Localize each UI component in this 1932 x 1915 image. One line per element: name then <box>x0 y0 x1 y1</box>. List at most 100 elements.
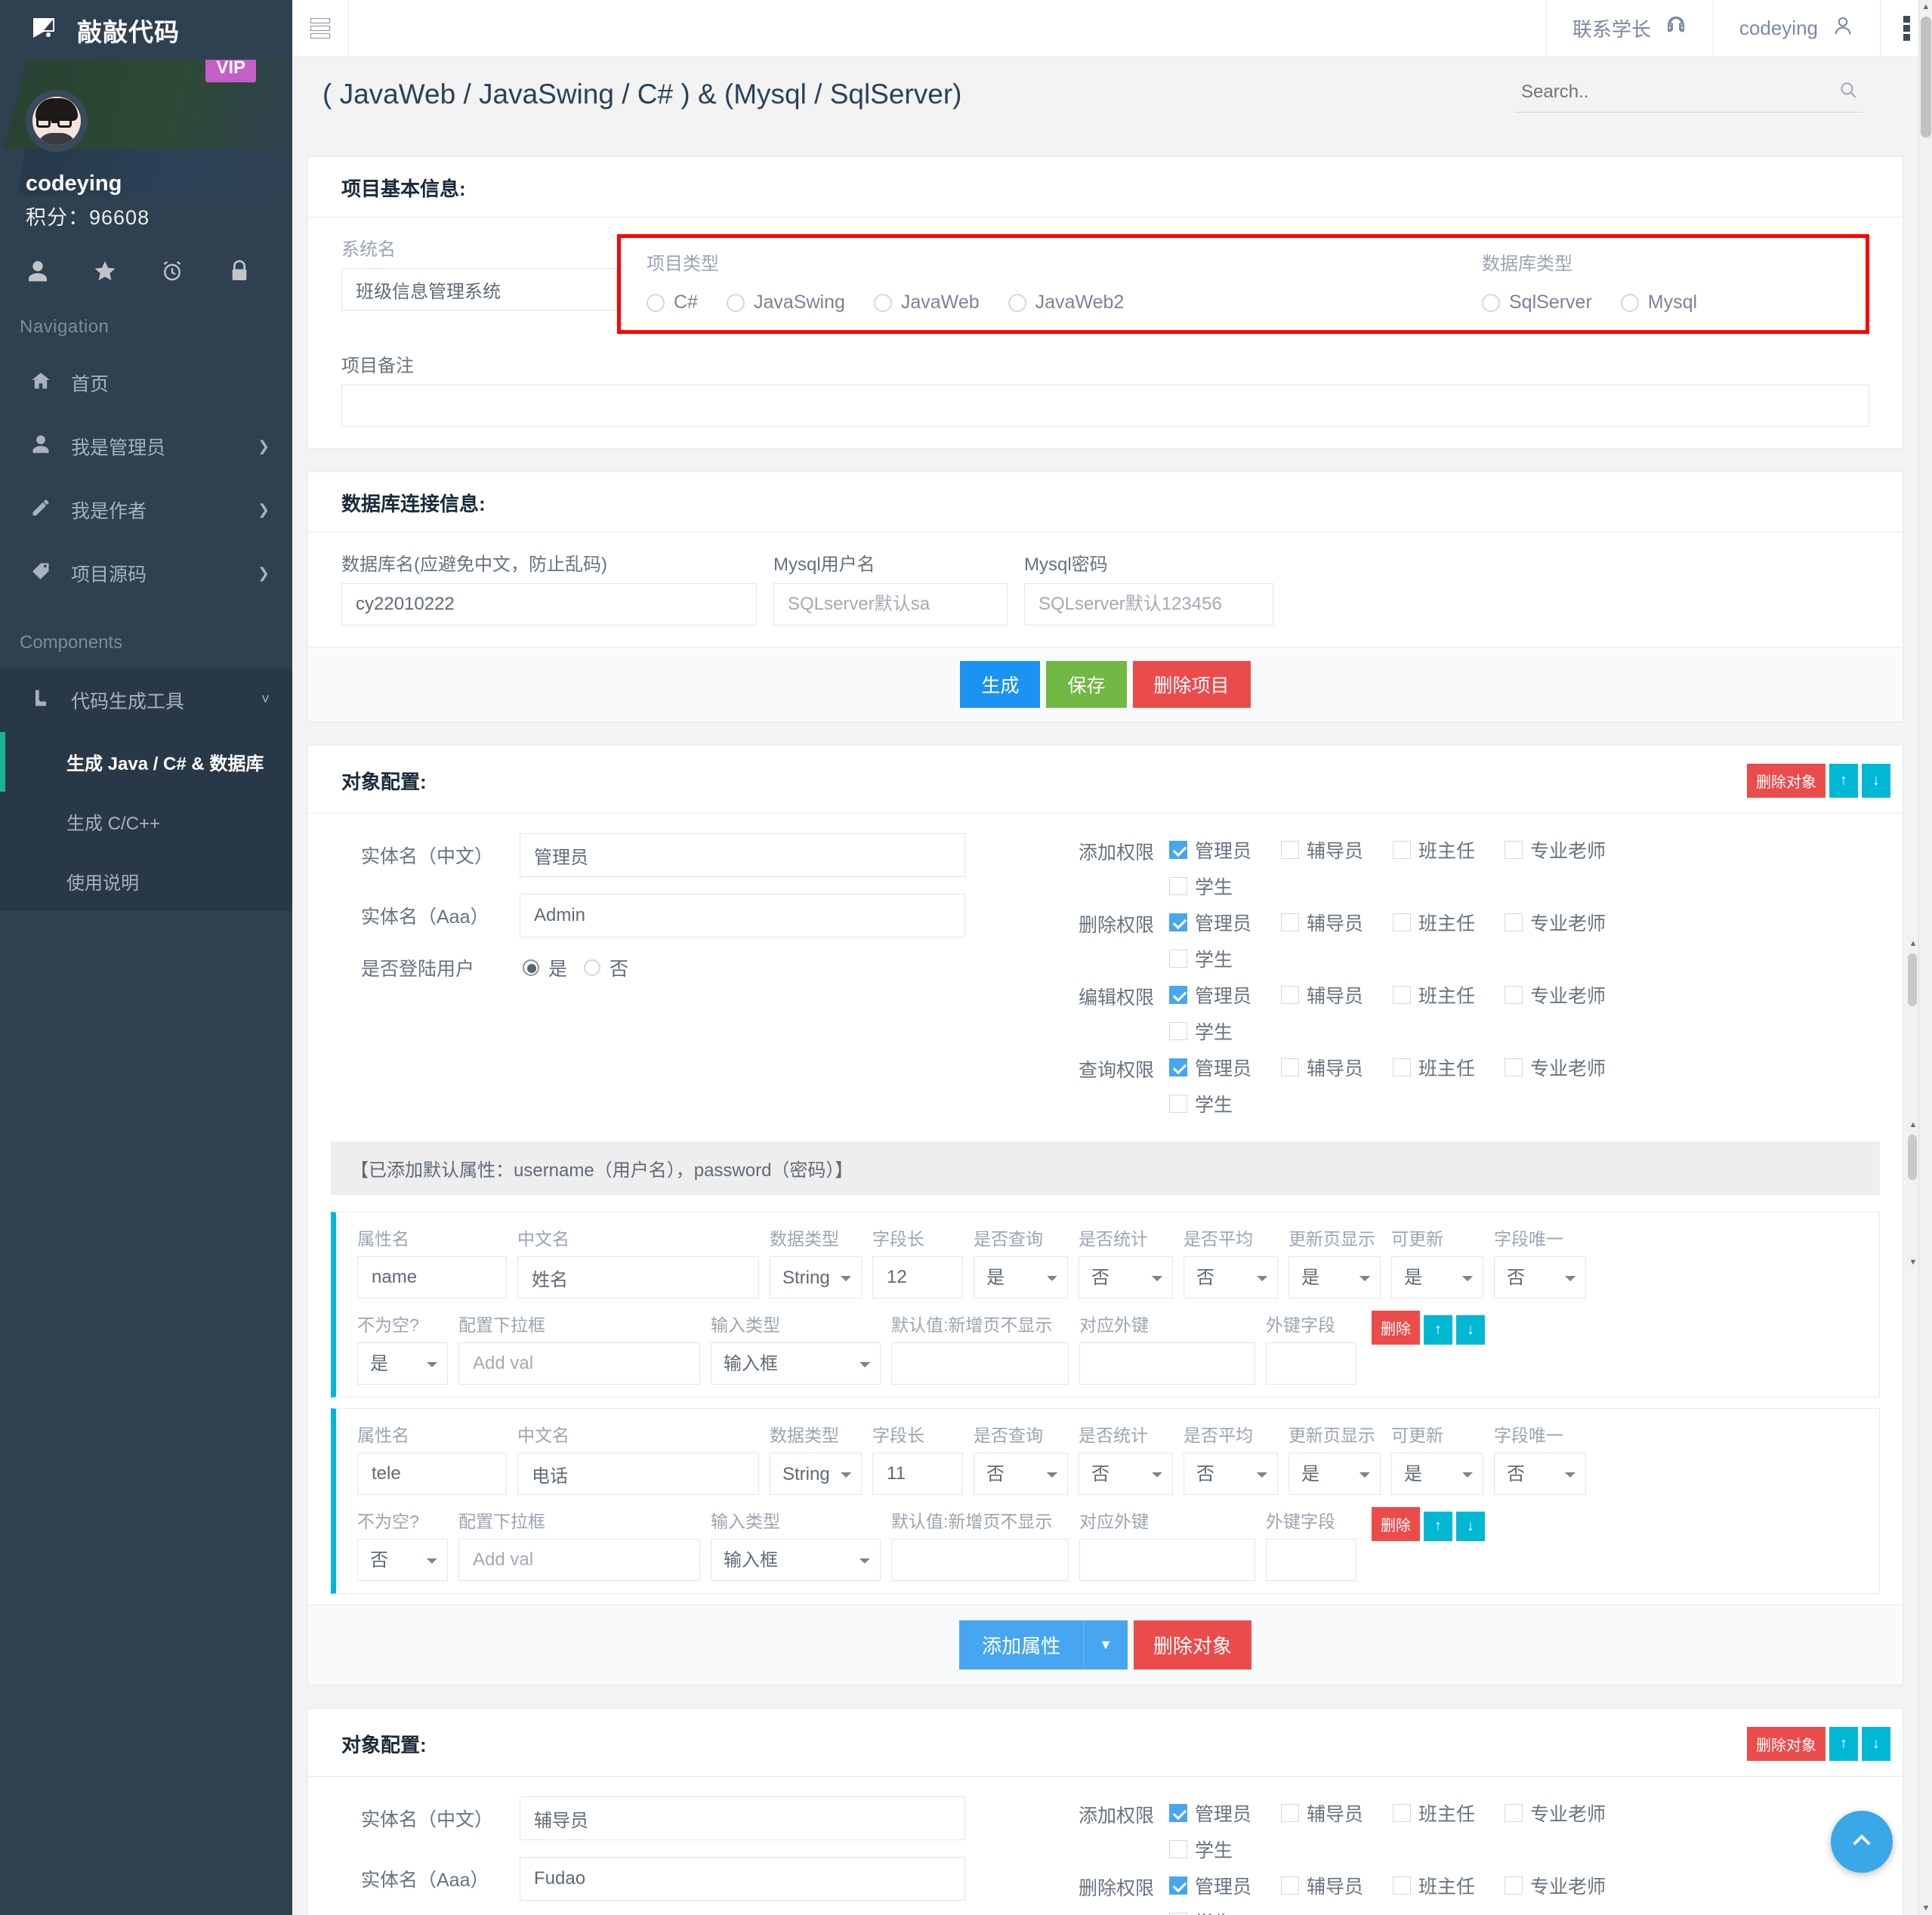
checkbox-admin[interactable]: 管理员 <box>1169 1799 1281 1827</box>
delete-attribute-button[interactable]: 删除 <box>1372 1507 1420 1541</box>
star-icon[interactable] <box>93 259 117 289</box>
radio-db-mysql[interactable]: Mysql <box>1620 292 1697 314</box>
brand-header[interactable]: 敲敲代码 <box>0 0 292 60</box>
checkbox-admin[interactable]: 管理员 <box>1169 836 1281 863</box>
page-scrollbar[interactable]: ▲ ▼ <box>1918 0 1932 1915</box>
avatar[interactable] <box>26 90 88 152</box>
move-attribute-up-button[interactable]: ↑ <box>1424 1315 1452 1345</box>
radio-login-yes[interactable] <box>523 959 539 976</box>
notnull-select[interactable]: 否 <box>357 1539 448 1581</box>
checkbox-student[interactable]: 学生 <box>1169 1018 1880 1045</box>
checkbox-admin[interactable]: 管理员 <box>1169 1054 1281 1081</box>
isquery-select[interactable]: 是 <box>974 1256 1068 1299</box>
radio-db-sqlserver[interactable]: SqlServer <box>1482 292 1592 314</box>
checkbox-student[interactable]: 学生 <box>1169 945 1880 972</box>
datatype-select[interactable]: String <box>770 1256 862 1299</box>
radio-project-type-csharp[interactable]: C# <box>647 292 698 314</box>
checkbox-student[interactable]: 学生 <box>1169 1090 1880 1117</box>
scroll-down-arrow[interactable]: ▼ <box>1919 1901 1932 1915</box>
unique-select[interactable]: 否 <box>1494 1256 1586 1299</box>
radio-project-type-javaweb[interactable]: JavaWeb <box>873 292 980 314</box>
entity-cn-input[interactable] <box>520 833 965 877</box>
dbname-input[interactable] <box>341 583 757 625</box>
delete-object-footer-button[interactable]: 删除对象 <box>1133 1620 1251 1669</box>
checkbox-admin[interactable]: 管理员 <box>1169 1872 1281 1899</box>
scrollbar-thumb[interactable] <box>1921 17 1931 137</box>
sysname-input[interactable] <box>341 268 617 310</box>
isquery-select[interactable]: 否 <box>974 1453 1068 1495</box>
inputtype-select[interactable]: 输入框 <box>711 1539 881 1581</box>
radio-project-type-javaweb2[interactable]: JavaWeb2 <box>1008 292 1124 314</box>
add-attribute-button[interactable]: 添加属性 <box>959 1620 1084 1669</box>
search-input[interactable] <box>1515 76 1863 113</box>
sidebar-item-home[interactable]: 首页 <box>0 351 292 415</box>
checkbox-admin[interactable]: 管理员 <box>1169 981 1281 1008</box>
sidebar-subitem-usage[interactable]: 使用说明 <box>0 851 292 911</box>
move-attribute-up-button[interactable]: ↑ <box>1424 1512 1452 1541</box>
checkbox-teacher[interactable]: 专业老师 <box>1505 1054 1616 1081</box>
unique-select[interactable]: 否 <box>1494 1453 1586 1495</box>
updateshow-select[interactable]: 是 <box>1289 1256 1381 1299</box>
alarm-clock-icon[interactable] <box>160 259 184 289</box>
delete-object-button[interactable]: 删除对象 <box>1747 764 1826 798</box>
checkbox-teacher[interactable]: 专业老师 <box>1505 836 1616 863</box>
checkbox-teacher[interactable]: 专业老师 <box>1505 981 1616 1008</box>
dropdown-input[interactable] <box>458 1342 700 1385</box>
checkbox-banzhuren[interactable]: 班主任 <box>1393 836 1505 863</box>
checkbox-fudao[interactable]: 辅导员 <box>1281 981 1393 1008</box>
entity-cn-input[interactable] <box>520 1796 965 1840</box>
checkbox-student[interactable]: 学生 <box>1169 1908 1880 1915</box>
checkbox-teacher[interactable]: 专业老师 <box>1505 1872 1616 1899</box>
move-object-down-button[interactable]: ↓ <box>1862 1727 1890 1761</box>
sidebar-item-admin[interactable]: 我是管理员 ❯ <box>0 415 292 478</box>
dropdown-input[interactable] <box>458 1539 700 1581</box>
fk-input[interactable] <box>1079 1539 1255 1581</box>
checkbox-fudao[interactable]: 辅导员 <box>1281 1054 1393 1081</box>
lock-icon[interactable] <box>227 259 252 289</box>
contact-senior-button[interactable]: 联系学长 <box>1547 0 1714 57</box>
checkbox-banzhuren[interactable]: 班主任 <box>1393 909 1505 936</box>
cnname-input[interactable] <box>517 1453 759 1495</box>
updatable-select[interactable]: 是 <box>1391 1256 1483 1299</box>
radio-project-type-javaswing[interactable]: JavaSwing <box>726 292 845 314</box>
checkbox-banzhuren[interactable]: 班主任 <box>1393 1054 1505 1081</box>
save-button[interactable]: 保存 <box>1046 661 1127 708</box>
dbuser-input[interactable] <box>773 583 1008 625</box>
radio-login-no[interactable] <box>584 959 601 976</box>
checkbox-admin[interactable]: 管理员 <box>1169 909 1281 936</box>
datatype-select[interactable]: String <box>770 1453 862 1495</box>
fieldlen-input[interactable] <box>872 1256 963 1299</box>
move-object-down-button[interactable]: ↓ <box>1862 764 1890 798</box>
sidebar-item-source[interactable]: 项目源码 ❯ <box>0 542 292 605</box>
add-attribute-caret-icon[interactable]: ▼ <box>1083 1620 1128 1669</box>
checkbox-fudao[interactable]: 辅导员 <box>1281 836 1393 863</box>
content-scrollbar-secondary[interactable]: ▲ ▼ <box>1906 1118 1920 1269</box>
scroll-to-top-button[interactable] <box>1831 1811 1893 1873</box>
attrname-input[interactable] <box>357 1256 507 1299</box>
user-icon[interactable] <box>26 259 50 289</box>
sidebar-subitem-gen-java[interactable]: 生成 Java / C# & 数据库 <box>0 732 292 792</box>
checkbox-banzhuren[interactable]: 班主任 <box>1393 1799 1505 1827</box>
move-object-up-button[interactable]: ↑ <box>1829 764 1858 798</box>
checkbox-fudao[interactable]: 辅导员 <box>1281 1872 1393 1899</box>
inputtype-select[interactable]: 输入框 <box>711 1342 881 1385</box>
delete-project-button[interactable]: 删除项目 <box>1132 661 1251 708</box>
dbpwd-input[interactable] <box>1024 583 1273 625</box>
scroll-up-arrow[interactable]: ▲ <box>1919 0 1932 14</box>
hamburger-icon[interactable] <box>292 0 349 57</box>
checkbox-teacher[interactable]: 专业老师 <box>1505 909 1616 936</box>
checkbox-teacher[interactable]: 专业老师 <box>1505 1799 1616 1827</box>
isavg-select[interactable]: 否 <box>1184 1256 1278 1299</box>
remark-input[interactable] <box>341 385 1869 427</box>
defaultval-input[interactable] <box>891 1342 1069 1385</box>
user-menu-button[interactable]: codeying <box>1714 0 1881 57</box>
defaultval-input[interactable] <box>891 1539 1069 1581</box>
move-attribute-down-button[interactable]: ↓ <box>1456 1315 1485 1345</box>
search-icon[interactable] <box>1838 80 1858 105</box>
delete-object-button[interactable]: 删除对象 <box>1747 1727 1826 1761</box>
fkfield-input[interactable] <box>1266 1539 1356 1581</box>
delete-attribute-button[interactable]: 删除 <box>1372 1311 1420 1345</box>
isstat-select[interactable]: 否 <box>1079 1256 1173 1299</box>
checkbox-fudao[interactable]: 辅导员 <box>1281 909 1393 936</box>
entity-aaa-input[interactable] <box>520 894 965 937</box>
